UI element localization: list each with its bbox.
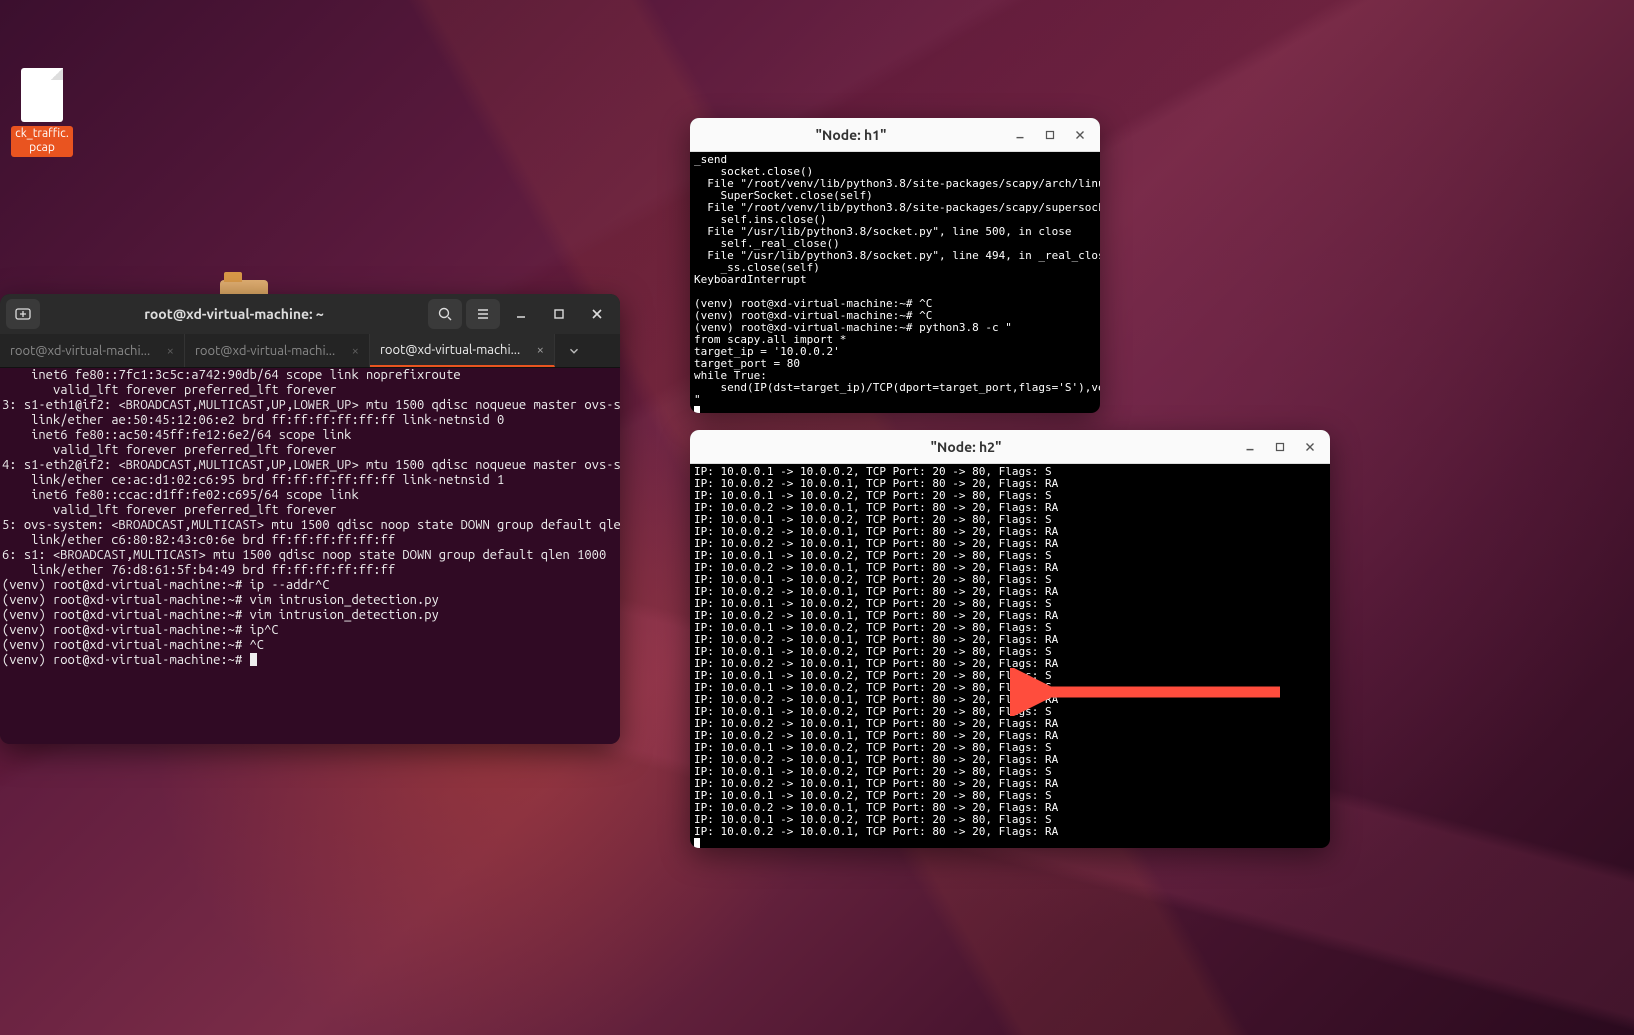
minimize-icon <box>1013 128 1027 142</box>
window-maximize-button[interactable] <box>1266 435 1294 459</box>
maximize-icon <box>1273 440 1287 454</box>
maximize-icon <box>1043 128 1057 142</box>
chevron-down-icon <box>567 344 581 358</box>
desktop-file-label: ck_traffic. pcap <box>11 126 73 157</box>
node-h2-titlebar[interactable]: "Node: h2" <box>690 430 1330 464</box>
file-glyph-icon <box>21 68 63 122</box>
node-h2-window[interactable]: "Node: h2" IP: 10.0.0.1 -> 10.0.0.2, TCP… <box>690 430 1330 848</box>
window-maximize-button[interactable] <box>542 299 576 329</box>
node-h1-output[interactable]: _send socket.close() File "/root/venv/li… <box>690 152 1100 413</box>
window-close-button[interactable] <box>580 299 614 329</box>
close-icon <box>1073 128 1087 142</box>
new-tab-icon <box>15 306 31 322</box>
window-minimize-button[interactable] <box>504 299 538 329</box>
gnome-terminal-window[interactable]: root@xd-virtual-machine: ~ root@xd-virtu… <box>0 294 620 744</box>
window-close-button[interactable] <box>1296 435 1324 459</box>
terminal-tab-label: root@xd-virtual-machi... <box>10 344 150 358</box>
terminal-tab-active[interactable]: root@xd-virtual-machi... × <box>370 334 555 367</box>
terminal-output[interactable]: inet6 fe80::7fc1:3c5c:a742:90db/64 scope… <box>0 368 620 744</box>
minimize-icon <box>1243 440 1257 454</box>
tab-close-icon[interactable]: × <box>537 343 544 357</box>
node-h1-titlebar[interactable]: "Node: h1" <box>690 118 1100 152</box>
gnome-terminal-tabbar[interactable]: root@xd-virtual-machi... × root@xd-virtu… <box>0 334 620 368</box>
terminal-tab-label: root@xd-virtual-machi... <box>380 343 520 357</box>
node-h2-output[interactable]: IP: 10.0.0.1 -> 10.0.0.2, TCP Port: 20 -… <box>690 464 1330 848</box>
minimize-icon <box>513 306 529 322</box>
window-minimize-button[interactable] <box>1236 435 1264 459</box>
maximize-icon <box>551 306 567 322</box>
desktop-file-icon[interactable]: ck_traffic. pcap <box>0 68 84 157</box>
node-h2-title: "Node: h2" <box>696 439 1236 455</box>
close-icon <box>589 306 605 322</box>
terminal-tab[interactable]: root@xd-virtual-machi... × <box>185 334 370 367</box>
window-maximize-button[interactable] <box>1036 123 1064 147</box>
gnome-terminal-title: root@xd-virtual-machine: ~ <box>44 306 424 322</box>
new-tab-button[interactable] <box>6 299 40 329</box>
window-minimize-button[interactable] <box>1006 123 1034 147</box>
tab-close-icon[interactable]: × <box>352 344 359 358</box>
search-icon <box>437 306 453 322</box>
window-close-button[interactable] <box>1066 123 1094 147</box>
tab-overflow-button[interactable] <box>555 334 593 367</box>
terminal-tab-label: root@xd-virtual-machi... <box>195 344 335 358</box>
terminal-tab[interactable]: root@xd-virtual-machi... × <box>0 334 185 367</box>
node-h1-window[interactable]: "Node: h1" _send socket.close() File "/r… <box>690 118 1100 413</box>
hamburger-icon <box>475 306 491 322</box>
close-icon <box>1303 440 1317 454</box>
tab-close-icon[interactable]: × <box>167 344 174 358</box>
node-h1-title: "Node: h1" <box>696 127 1006 143</box>
gnome-terminal-headerbar[interactable]: root@xd-virtual-machine: ~ <box>0 294 620 334</box>
menu-button[interactable] <box>466 299 500 329</box>
search-button[interactable] <box>428 299 462 329</box>
